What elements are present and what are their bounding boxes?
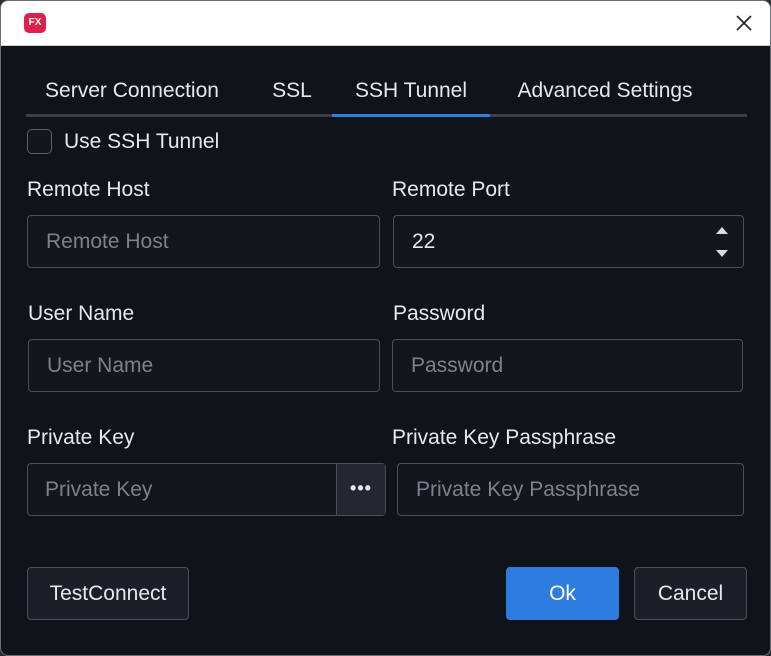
private-key-label: Private Key <box>27 426 135 449</box>
cancel-button[interactable]: Cancel <box>634 567 747 620</box>
close-icon <box>736 15 752 31</box>
tab-advanced-settings[interactable]: Advanced Settings <box>500 69 710 114</box>
user-name-label: User Name <box>28 302 135 325</box>
caret-down-icon <box>716 250 728 257</box>
password-label: Password <box>393 302 486 325</box>
user-name-input[interactable] <box>28 339 380 392</box>
passphrase-label: Private Key Passphrase <box>392 426 617 449</box>
remote-host-label: Remote Host <box>27 178 150 201</box>
tab-server-connection[interactable]: Server Connection <box>32 69 232 114</box>
private-key-input[interactable] <box>28 464 336 515</box>
tab-ssh-tunnel[interactable]: SSH Tunnel <box>332 69 490 117</box>
port-increment-button[interactable] <box>711 220 733 240</box>
private-key-field: ••• <box>27 463 386 516</box>
port-decrement-button[interactable] <box>711 244 733 264</box>
remote-host-input[interactable] <box>27 215 380 268</box>
remote-port-label: Remote Port <box>392 178 510 201</box>
remote-port-spinner[interactable]: 22 <box>393 215 744 268</box>
use-ssh-tunnel-label: Use SSH Tunnel <box>64 130 220 153</box>
use-ssh-tunnel-checkbox[interactable] <box>27 129 52 154</box>
remote-port-value[interactable]: 22 <box>412 216 435 267</box>
passphrase-input[interactable] <box>397 463 744 516</box>
close-button[interactable] <box>732 11 756 35</box>
connection-dialog: FX Server Connection SSL SSH Tunnel Adva… <box>0 0 771 656</box>
caret-up-icon <box>716 227 728 234</box>
test-connect-button[interactable]: TestConnect <box>27 567 189 620</box>
tab-ssl[interactable]: SSL <box>262 69 322 114</box>
ok-button[interactable]: Ok <box>506 567 619 620</box>
browse-key-button[interactable]: ••• <box>336 464 385 515</box>
tab-bar: Server Connection SSL SSH Tunnel Advance… <box>26 69 747 117</box>
title-bar: FX <box>1 1 770 46</box>
app-icon: FX <box>24 13 46 33</box>
password-input[interactable] <box>392 339 743 392</box>
